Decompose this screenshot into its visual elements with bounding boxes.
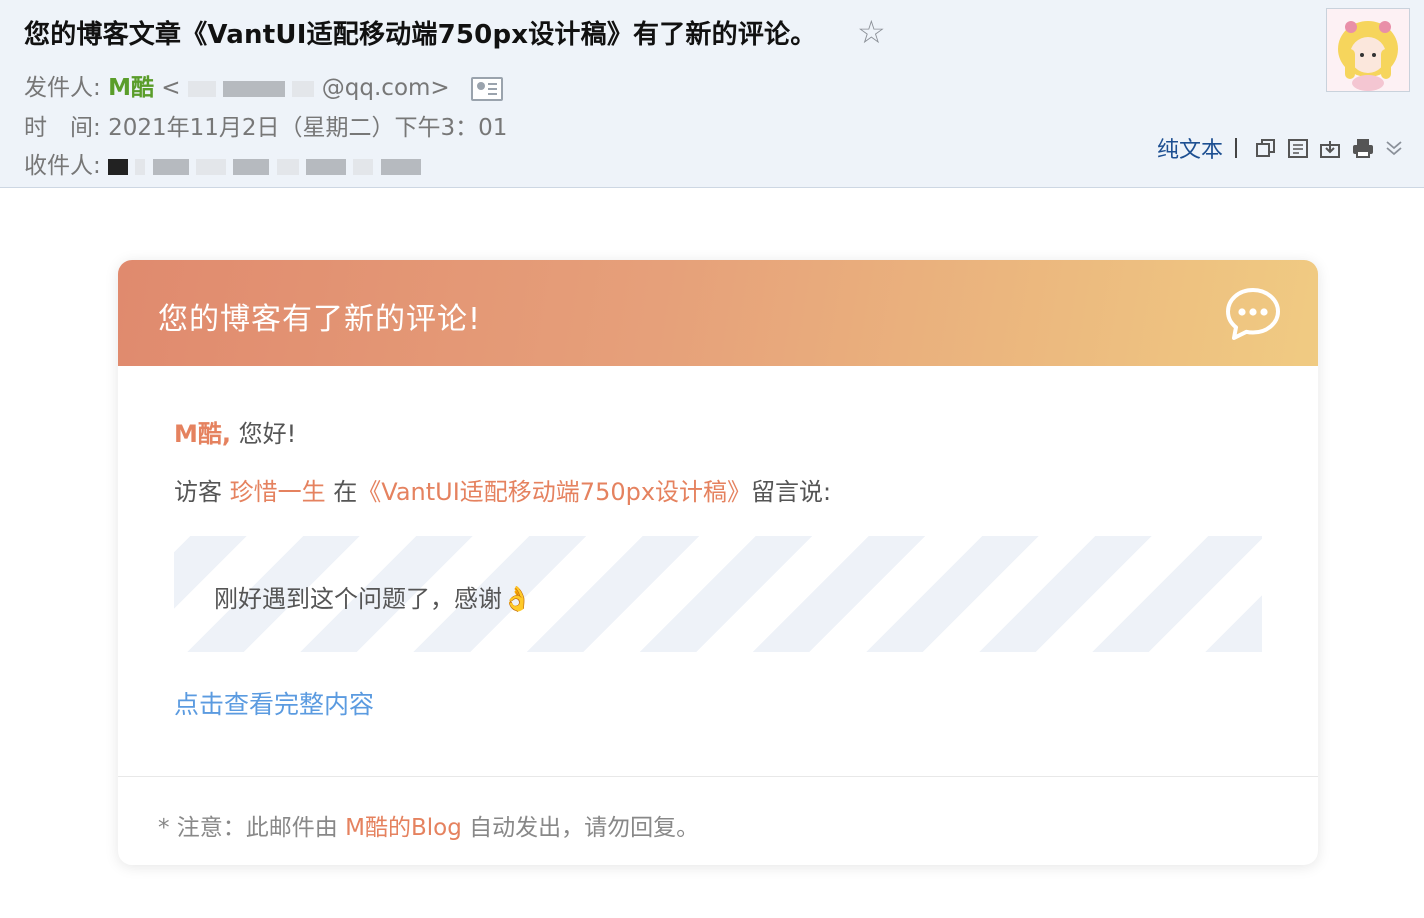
masked-recipient xyxy=(305,158,346,175)
visitor-line: 访客 珍惜一生 在《VantUI适配移动端750px设计稿》留言说: xyxy=(174,472,831,507)
footer-note: * 注意：此邮件由 M酷的Blog 自动发出，请勿回复。 xyxy=(158,808,699,842)
sender-name[interactable]: M酷 xyxy=(108,75,154,101)
visitor-prefix: 访客 xyxy=(174,478,222,506)
sender-avatar[interactable] xyxy=(1326,8,1410,92)
footer-suffix: 自动发出，请勿回复。 xyxy=(469,815,700,841)
comment-text: 刚好遇到这个问题了，感谢👌 xyxy=(214,585,532,613)
card-divider xyxy=(118,776,1318,777)
card-title: 您的博客有了新的评论! xyxy=(158,302,482,337)
to-row: 收件人: xyxy=(24,146,421,180)
email-open-bracket: < xyxy=(161,75,181,101)
masked-recipient xyxy=(196,158,226,175)
masked-email-part xyxy=(223,80,286,97)
time-label: 时 间: xyxy=(24,115,101,141)
mail-toolbar: 纯文本 xyxy=(1157,132,1405,164)
more-chevron-icon[interactable] xyxy=(1383,137,1405,159)
masked-recipient xyxy=(380,158,421,175)
comment-box: 刚好遇到这个问题了，感谢👌 xyxy=(174,536,1262,652)
mail-subject: 您的博客文章《VantUI适配移动端750px设计稿》有了新的评论。 xyxy=(24,20,817,50)
card-header: 您的博客有了新的评论! xyxy=(118,260,1318,366)
visitor-suffix: 留言说: xyxy=(751,478,832,506)
masked-recipient xyxy=(276,158,299,175)
comment-notification-card: 您的博客有了新的评论! M酷, 您好! 访客 珍惜一生 在《VantUI适配移动… xyxy=(118,260,1318,865)
time-value: 2021年11月2日（星期二）下午3：01 xyxy=(108,115,508,141)
download-icon[interactable] xyxy=(1319,137,1341,159)
footer-prefix: * 注意：此邮件由 xyxy=(158,815,338,841)
from-row: 发件人: M酷 < @qq.com> xyxy=(24,68,504,102)
mail-header: 您的博客文章《VantUI适配移动端750px设计稿》有了新的评论。 ☆ 发件人… xyxy=(0,0,1424,188)
star-icon[interactable]: ☆ xyxy=(857,12,886,52)
greeting-text: 您好! xyxy=(238,420,297,448)
from-label: 发件人: xyxy=(24,75,101,101)
greeting-name: M酷, xyxy=(174,420,231,448)
contact-card-icon[interactable] xyxy=(471,76,504,101)
toolbar-separator xyxy=(1235,138,1238,158)
greeting: M酷, 您好! xyxy=(174,414,296,449)
chat-bubble-icon xyxy=(1226,288,1280,340)
masked-email-part xyxy=(187,80,216,97)
view-full-content-link[interactable]: 点击查看完整内容 xyxy=(174,685,374,721)
time-row: 时 间: 2021年11月2日（星期二）下午3：01 xyxy=(24,108,507,142)
visitor-name[interactable]: 珍惜一生 xyxy=(230,478,326,506)
masked-email-part xyxy=(292,80,315,97)
visitor-in: 在 xyxy=(333,478,358,506)
note-icon[interactable] xyxy=(1287,137,1309,159)
masked-recipient xyxy=(152,158,189,175)
masked-recipient xyxy=(135,158,146,175)
masked-recipient xyxy=(108,158,129,175)
article-title-link[interactable]: 《VantUI适配移动端750px设计稿》 xyxy=(357,478,751,506)
footer-blog-link[interactable]: M酷的Blog xyxy=(345,815,462,841)
masked-recipient xyxy=(353,158,374,175)
new-window-icon[interactable] xyxy=(1255,137,1277,159)
plain-text-button[interactable]: 纯文本 xyxy=(1157,132,1223,164)
to-label: 收件人: xyxy=(24,153,101,179)
print-icon[interactable] xyxy=(1351,137,1374,159)
email-domain: @qq.com> xyxy=(321,75,450,101)
masked-recipient xyxy=(233,158,270,175)
